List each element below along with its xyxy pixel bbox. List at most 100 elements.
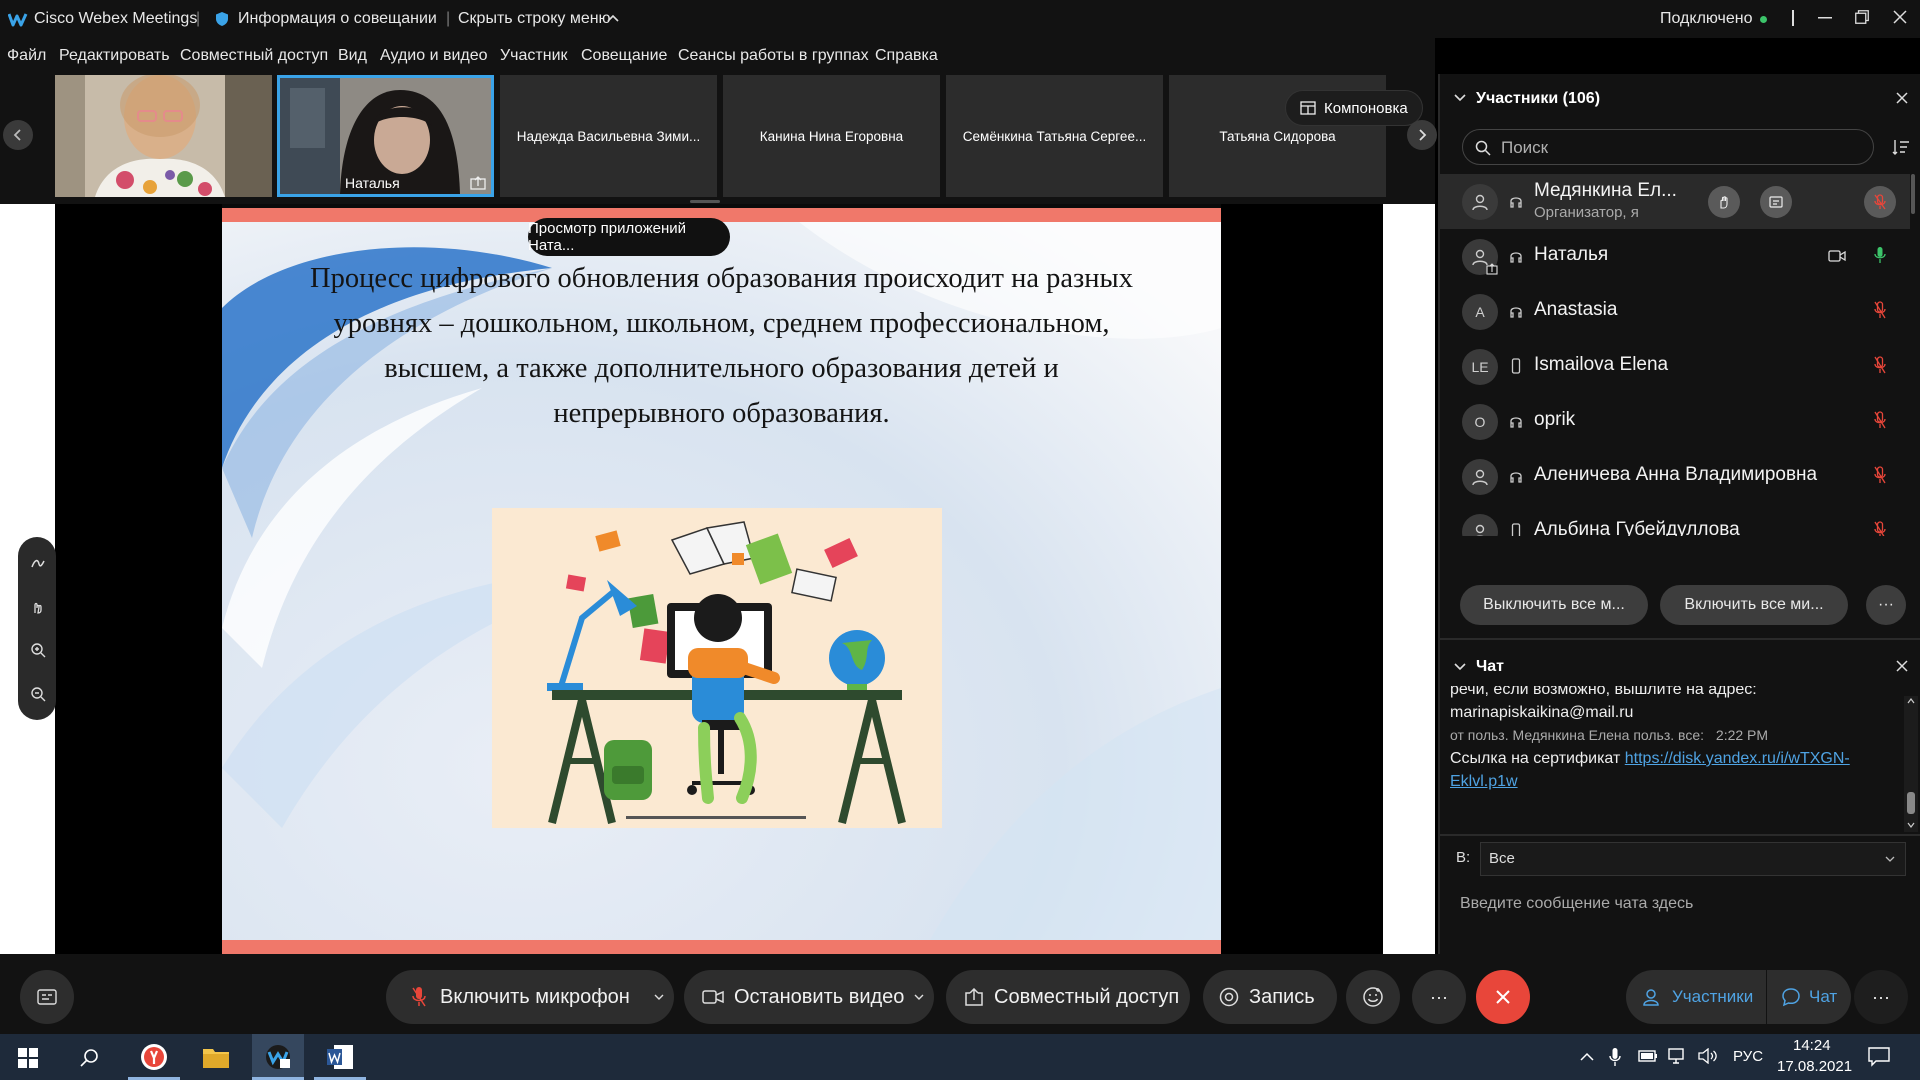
reactions-button[interactable] [1346,970,1400,1024]
scroll-up-icon[interactable] [1907,698,1915,704]
viewing-application-label[interactable]: Просмотр приложений Ната... [528,218,730,256]
menu-edit[interactable]: Редактировать [59,47,170,65]
restore-icon[interactable] [1855,10,1869,24]
participant-name: oprik [1534,409,1576,430]
search-icon[interactable] [80,1048,100,1068]
more-options-button[interactable]: ··· [1412,970,1466,1024]
record-button[interactable]: Запись [1203,970,1337,1024]
battery-icon[interactable] [1638,1049,1658,1063]
video-tile-active[interactable]: Наталья [277,75,494,197]
sort-icon[interactable] [1892,138,1910,156]
leave-meeting-button[interactable] [1476,970,1530,1024]
participant-row[interactable]: Наталья [1440,229,1910,284]
chevron-up-icon[interactable] [1580,1052,1594,1062]
person-icon [1472,469,1488,486]
zoom-in-icon[interactable] [30,642,46,658]
share-button[interactable]: Совместный доступ [946,970,1190,1024]
participant-name: Аленичева Анна Владимировна [1534,464,1818,485]
letterbox-left [55,204,222,954]
unmute-button[interactable]: Включить микрофон [386,970,674,1024]
menu-meeting[interactable]: Совещание [581,47,667,65]
network-icon[interactable] [1668,1048,1688,1064]
close-icon[interactable] [1896,92,1908,104]
menu-share[interactable]: Совместный доступ [180,47,328,65]
clock-date[interactable]: 17.08.2021 [1777,1058,1852,1075]
close-icon [1496,990,1510,1004]
panel-divider [1440,834,1920,836]
chevron-up-icon[interactable] [607,14,619,22]
taskbar-app-word[interactable] [314,1034,366,1080]
resize-handle[interactable] [690,200,720,203]
participants-more-button[interactable]: ··· [1866,585,1906,625]
video-tile-host[interactable] [55,75,272,197]
meeting-info-button[interactable]: Информация о совещании [238,10,437,28]
chevron-down-icon[interactable] [1454,663,1466,671]
computer-audio-icon [1510,307,1522,318]
video-tile[interactable]: Семёнкина Татьяна Сергее... [946,75,1163,197]
participant-row[interactable]: Аленичева Анна Владимировна [1440,449,1910,504]
participants-title: Участники (106) [1476,90,1601,107]
record-icon [1219,987,1239,1007]
minimize-icon[interactable] [1818,17,1832,19]
zoom-out-icon[interactable] [30,686,46,702]
close-icon[interactable] [1893,10,1907,24]
scroll-thumb[interactable] [1907,792,1915,814]
chat-input[interactable]: Введите сообщение чата здесь [1450,882,1910,942]
mute-button[interactable] [1864,186,1896,218]
remote-control-icon[interactable] [30,599,46,615]
participant-row[interactable]: Медянкина Ел... Организатор, я [1440,174,1910,229]
captions-button[interactable] [20,970,74,1024]
unmute-label: Включить микрофон [440,985,630,1008]
chat-link[interactable]: https://disk.yandex.ru/i/wTXGN- [1625,750,1850,767]
participant-row[interactable]: LE Ismailova Elena [1440,339,1910,394]
mute-all-button[interactable]: Выключить все м... [1460,585,1648,625]
taskbar-app-yandex[interactable] [128,1034,180,1080]
thumbs-prev-button[interactable] [3,120,33,150]
chevron-down-icon[interactable] [914,994,924,1000]
participants-scrollbar[interactable] [1911,174,1915,214]
menu-file[interactable]: Файл [7,47,46,65]
menu-audio-video[interactable]: Аудио и видео [380,47,488,65]
clock-time[interactable]: 14:24 [1793,1037,1831,1054]
video-tile[interactable]: Надежда Васильевна Зими... [500,75,717,197]
chat-recipient-select[interactable]: Все [1480,842,1906,876]
unmute-all-button[interactable]: Включить все ми... [1660,585,1848,625]
chat-link[interactable]: Eklvl.p1w [1450,770,1898,793]
layout-button[interactable]: Компоновка [1285,90,1423,126]
microphone-icon[interactable] [1609,1047,1621,1067]
participants-search[interactable]: Поиск [1462,129,1874,165]
chevron-down-icon[interactable] [654,994,664,1000]
taskbar-app-webex[interactable] [252,1034,304,1080]
windows-taskbar: РУС 14:24 17.08.2021 [0,1034,1920,1080]
input-language[interactable]: РУС [1733,1048,1763,1065]
shared-content-stage: Процесс цифрового обновления образования… [0,204,1435,954]
hide-menu-button[interactable]: Скрыть строку меню [458,10,611,28]
scroll-down-icon[interactable] [1907,822,1915,828]
chat-panel-button[interactable]: Чат [1767,970,1851,1024]
avatar: LE [1462,349,1498,385]
mic-active-icon [1874,247,1886,263]
menu-help[interactable]: Справка [875,47,938,65]
participant-row[interactable]: O oprik [1440,394,1910,449]
notifications-icon[interactable] [1868,1047,1890,1067]
video-tile[interactable]: Канина Нина Егоровна [723,75,940,197]
stop-video-button[interactable]: Остановить видео [684,970,934,1024]
participant-row[interactable]: A Anastasia [1440,284,1910,339]
caption-button[interactable] [1760,186,1792,218]
participant-row[interactable]: Альбина Губейдуллова [1440,504,1910,536]
panel-more-button[interactable]: ··· [1854,970,1908,1024]
annotate-icon[interactable] [30,555,46,571]
menu-breakout[interactable]: Сеансы работы в группах [678,47,869,65]
volume-icon[interactable] [1698,1048,1718,1064]
chevron-down-icon[interactable] [1454,94,1466,102]
close-icon[interactable] [1896,660,1908,672]
menu-participant[interactable]: Участник [500,47,568,65]
thumbs-next-button[interactable] [1407,120,1437,150]
participants-panel-button[interactable]: Участники [1626,970,1766,1024]
chevron-down-icon [1885,856,1895,862]
chat-scrollbar[interactable] [1904,696,1918,832]
taskbar-app-explorer[interactable] [190,1034,242,1080]
windows-start-icon[interactable] [18,1048,38,1068]
menu-view[interactable]: Вид [338,47,367,65]
raise-hand-button[interactable] [1708,186,1740,218]
